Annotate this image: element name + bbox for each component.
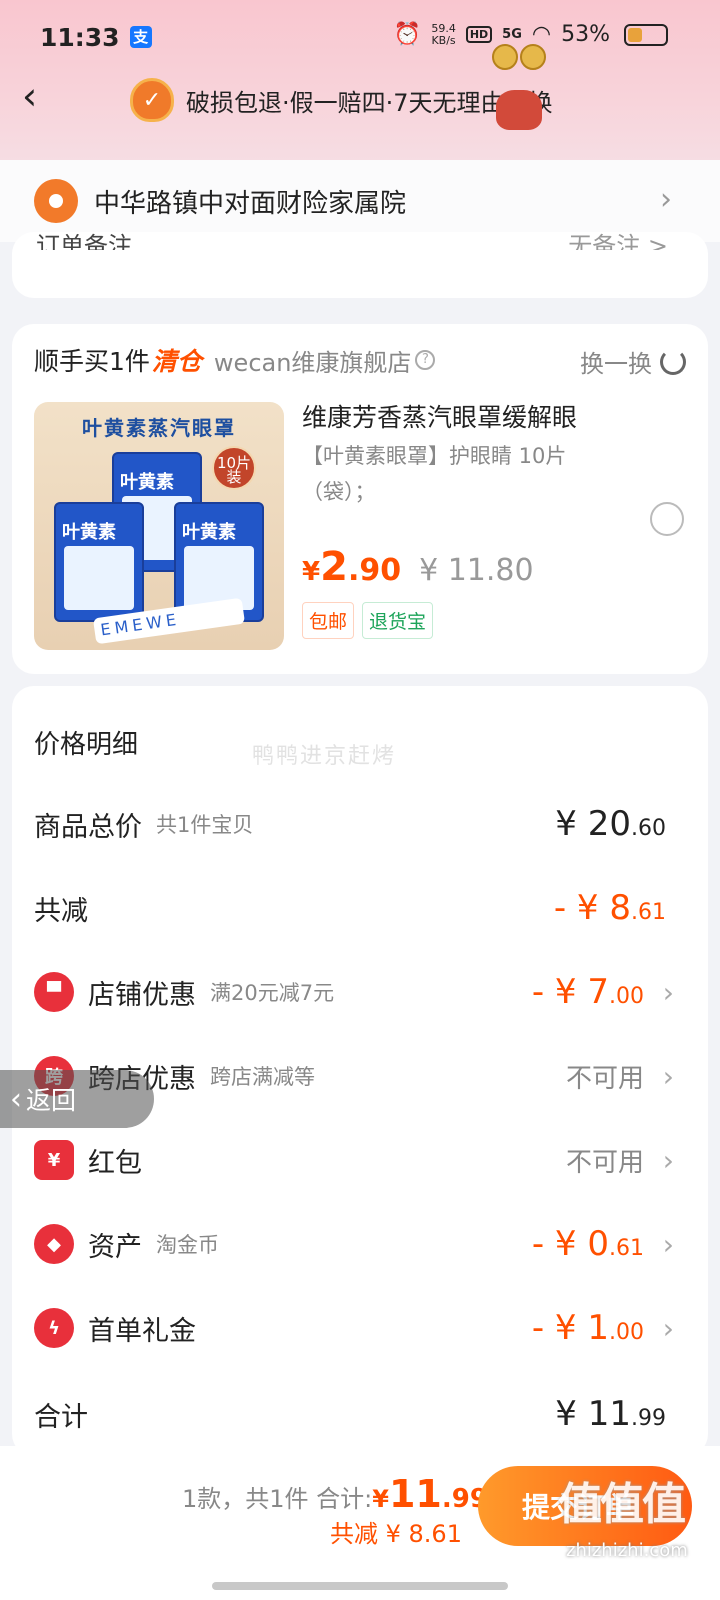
row-store-discount[interactable]: ▀ 店铺优惠 满20元减7元 - ¥ 7.00 › — [34, 962, 686, 1022]
chevron-right-icon: › — [660, 182, 672, 217]
red-packet-icon: ¥ — [34, 1140, 74, 1180]
order-note-card[interactable]: 订单备注 无备注 > — [12, 232, 708, 298]
alarm-icon: ⏰ — [393, 22, 422, 47]
product-image[interactable]: 叶黄素蒸汽眼罩 叶黄素 叶黄素 叶黄素 10片装 EMEWE — [34, 402, 284, 650]
order-note-value: 无备注 > — [568, 232, 668, 250]
free-shipping-tag: 包邮 — [302, 602, 355, 639]
alipay-icon: 支 — [129, 26, 152, 48]
address-text: 中华路镇中对面财险家属院 — [94, 188, 407, 219]
row-red-packet[interactable]: ¥ 红包 不可用 › — [34, 1130, 686, 1190]
return-insurance-tag: 退货宝 — [362, 602, 434, 639]
total-saved: 共减 ¥ 8.61 — [330, 1520, 462, 1548]
watermark-text: 鸭鸭进京赶烤 — [252, 744, 397, 769]
product-tags: 包邮 退货宝 — [302, 602, 434, 639]
shield-check-icon: ✓ — [130, 78, 174, 122]
chevron-right-icon: › — [662, 1059, 674, 1093]
product-image-title: 叶黄素蒸汽眼罩 — [82, 416, 236, 440]
clearance-tag: 清仓 — [151, 347, 202, 376]
row-total-discount: 共减 - ¥ 8.61 — [34, 888, 666, 928]
header: 11:33 支 ⏰ 59.4 KB/s HD 5G ◠ 53% ‹ ✓ 破损包退·… — [0, 0, 720, 160]
shop-name[interactable]: wecan维康旗舰店 — [214, 343, 412, 378]
coin-icon — [492, 44, 518, 70]
original-price: ¥ 11.80 — [419, 553, 534, 588]
coin-icon — [520, 44, 546, 70]
current-price: ¥2.90 — [302, 544, 402, 590]
row-first-order-gift[interactable]: ϟ 首单礼金 - ¥ 1.00 › — [34, 1298, 686, 1358]
net-speed: 59.4 KB/s — [431, 21, 456, 47]
chevron-right-icon: › — [662, 1227, 674, 1261]
chevron-right-icon: › — [662, 1143, 674, 1177]
recommend-card: 顺手买1件 清仓 wecan维康旗舰店 ? 换一换 叶黄素蒸汽眼罩 叶黄素 叶黄… — [12, 324, 708, 674]
product-price: ¥2.90 ¥ 11.80 — [302, 544, 534, 590]
row-grand-total: 合计 ¥ 11.99 — [34, 1394, 666, 1434]
product-name[interactable]: 维康芳香蒸汽眼罩缓解眼 — [302, 398, 577, 434]
chevron-left-icon: ‹ — [10, 1081, 22, 1117]
tag-icon: ◆ — [34, 1224, 74, 1264]
signal-icon: 5G — [502, 27, 522, 42]
home-indicator[interactable] — [212, 1582, 508, 1590]
site-watermark-logo: 值值值 — [558, 1479, 686, 1530]
row-assets[interactable]: ◆ 资产 淘金币 - ¥ 0.61 › — [34, 1214, 686, 1274]
price-detail-title: 价格明细 — [34, 730, 139, 760]
status-bar: 11:33 支 ⏰ 59.4 KB/s HD 5G ◠ 53% — [0, 0, 720, 74]
order-summary: 1款，共1件 合计: ¥11.99 — [182, 1472, 488, 1516]
floating-back-button[interactable]: ‹ 返回 — [0, 1070, 154, 1128]
battery-icon — [624, 23, 668, 46]
status-time: 11:33 — [40, 22, 120, 52]
back-button[interactable]: ‹ — [22, 76, 62, 120]
row-goods-total: 商品总价 共1件宝贝 ¥ 20.60 — [34, 804, 666, 844]
total-price: ¥11.99 — [372, 1472, 488, 1516]
store-icon: ▀ — [34, 972, 74, 1012]
bolt-icon: ϟ — [34, 1308, 74, 1348]
refresh-icon — [660, 348, 686, 375]
chevron-right-icon: › — [662, 1311, 674, 1345]
mascot-icon — [490, 44, 550, 134]
pack-count-badge: 10片装 — [212, 446, 256, 490]
site-watermark-url: zhizhizhi.com — [566, 1540, 688, 1561]
order-note-label: 订单备注 — [36, 232, 132, 250]
battery-percent: 53% — [561, 22, 610, 47]
help-icon[interactable]: ? — [415, 350, 436, 370]
location-pin-icon — [34, 179, 78, 223]
hd-icon: HD — [465, 26, 493, 43]
product-desc: 【叶黄素眼罩】护眼睛 10片（袋）； — [302, 444, 567, 504]
chevron-right-icon: › — [662, 975, 674, 1009]
swap-button[interactable]: 换一换 — [580, 344, 686, 379]
recommend-title: 顺手买1件 清仓 wecan维康旗舰店 ? — [34, 342, 436, 378]
select-radio[interactable] — [650, 502, 684, 536]
